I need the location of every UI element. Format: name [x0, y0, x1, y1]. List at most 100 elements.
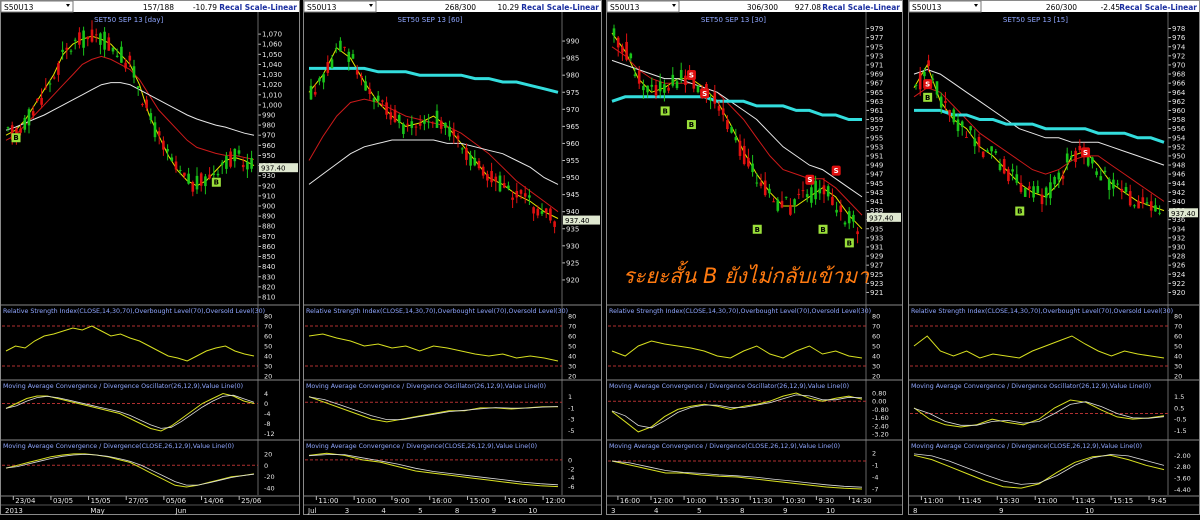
candle-body — [414, 126, 418, 128]
buy-signal-label: B — [925, 94, 930, 102]
candle-body — [839, 205, 843, 213]
recal-scale-button[interactable]: Recal Scale-Linear — [822, 3, 900, 12]
x-tick-label: 05/06 — [166, 497, 187, 505]
rsi-tick-label: 20 — [264, 373, 272, 381]
candle-body — [233, 148, 237, 162]
y-tick-label: 932 — [1172, 234, 1185, 242]
candle-body — [730, 127, 733, 133]
rsi-tick-label: 60 — [872, 333, 880, 341]
y-tick-label: 1,000 — [262, 101, 282, 109]
recal-scale-button[interactable]: Recal Scale-Linear — [521, 3, 599, 12]
y-tick-label: 968 — [1172, 71, 1185, 79]
candle-body — [1112, 179, 1115, 189]
rsi-tick-label: 60 — [568, 333, 576, 341]
candle-body — [523, 193, 527, 197]
candle-body — [1053, 176, 1056, 185]
x-period-label: 10 — [1085, 507, 1094, 515]
candle-body — [40, 97, 43, 105]
candle-body — [237, 150, 241, 154]
candle-body — [355, 69, 359, 75]
candle-body — [477, 160, 481, 169]
candle-body — [1099, 176, 1103, 181]
x-tick-label: 15:30 — [719, 497, 739, 505]
x-tick-label: 11:00 — [1037, 497, 1057, 505]
x-tick-label: 10:00 — [686, 497, 706, 505]
macd-tick-label: 20 — [264, 450, 272, 458]
y-tick-label: 954 — [1172, 134, 1186, 142]
sell-signal-label: S — [702, 90, 707, 98]
candle-body — [1128, 191, 1132, 206]
candle-body — [1137, 200, 1140, 209]
candle-body — [1133, 205, 1136, 207]
macd-tick-label: -1 — [872, 462, 878, 470]
candle-body — [654, 84, 658, 96]
x-tick-label: 14/06 — [204, 497, 225, 505]
candle-body — [145, 99, 148, 108]
macd-tick-label: 2 — [872, 450, 876, 458]
y-tick-label: 920 — [262, 182, 275, 190]
rsi-tick-label: 80 — [264, 313, 272, 321]
y-tick-label: 955 — [870, 134, 883, 142]
candle-body — [977, 136, 981, 147]
y-tick-label: 973 — [870, 52, 883, 60]
candle-body — [625, 41, 628, 60]
macd-label: Moving Average Convergence / Divergence(… — [306, 443, 537, 450]
candle-body — [448, 126, 451, 137]
y-tick-label: 979 — [870, 25, 883, 33]
macd-oscillator-tick-label: -8 — [264, 420, 270, 428]
candle-body — [498, 175, 502, 192]
buy-signal-label: B — [847, 239, 852, 247]
rsi-tick-label: 40 — [872, 353, 880, 361]
bar-counter: 268/300 — [445, 3, 476, 12]
x-tick-label: 9:45 — [1151, 497, 1167, 505]
candle-body — [981, 151, 985, 158]
candle-body — [57, 63, 60, 75]
symbol-label: S50U13 — [4, 3, 34, 12]
y-tick-label: 956 — [1172, 125, 1186, 133]
candle-body — [115, 55, 119, 57]
y-tick-label: 810 — [262, 294, 275, 302]
x-period-label: 3 — [611, 507, 615, 515]
rsi-tick-label: 30 — [872, 363, 880, 371]
candle-body — [36, 98, 39, 101]
rsi-tick-label: 30 — [568, 363, 576, 371]
chart-title: SET50 SEP 13 [day] — [94, 16, 163, 24]
x-tick-label: 23/04 — [15, 497, 36, 505]
y-tick-label: 920 — [1172, 289, 1185, 297]
recal-scale-button[interactable]: Recal Scale-Linear — [1119, 3, 1197, 12]
candle-body — [772, 201, 775, 203]
candle-body — [1103, 170, 1107, 173]
candle-body — [473, 157, 477, 166]
candle-body — [439, 120, 443, 129]
y-tick-label: 928 — [1172, 253, 1185, 261]
candle-body — [544, 208, 548, 213]
recal-scale-button[interactable]: Recal Scale-Linear — [219, 3, 297, 12]
candle-body — [347, 51, 351, 62]
candle-body — [960, 121, 964, 127]
candle-body — [246, 161, 249, 170]
candle-body — [19, 128, 22, 133]
bar-counter: 306/300 — [747, 3, 778, 12]
y-tick-label: 927 — [870, 262, 883, 270]
macd-oscillator-tick-label: 4 — [264, 390, 268, 398]
candle-body — [1095, 171, 1098, 175]
macd-tick-label: -6 — [568, 483, 574, 491]
y-tick-label: 948 — [1172, 162, 1185, 170]
candle-body — [935, 81, 939, 95]
candle-body — [696, 85, 700, 93]
y-tick-label: 935 — [870, 225, 883, 233]
candle-body — [1141, 197, 1145, 204]
macd-oscillator-label: Moving Average Convergence / Divergence … — [3, 383, 243, 390]
candle-body — [663, 84, 666, 93]
candle-body — [431, 122, 435, 124]
rsi-tick-label: 50 — [872, 343, 880, 351]
annotation-text: ระยะสั้น B ยังไม่กลับเข้ามา — [623, 260, 870, 288]
candle-body — [6, 127, 10, 129]
candle-body — [633, 74, 637, 76]
candle-body — [423, 120, 426, 124]
rsi-tick-label: 40 — [1174, 353, 1182, 361]
candle-body — [330, 59, 334, 69]
y-tick-label: 950 — [262, 152, 275, 160]
candle-body — [1057, 172, 1061, 180]
y-tick-label: 940 — [566, 208, 579, 216]
